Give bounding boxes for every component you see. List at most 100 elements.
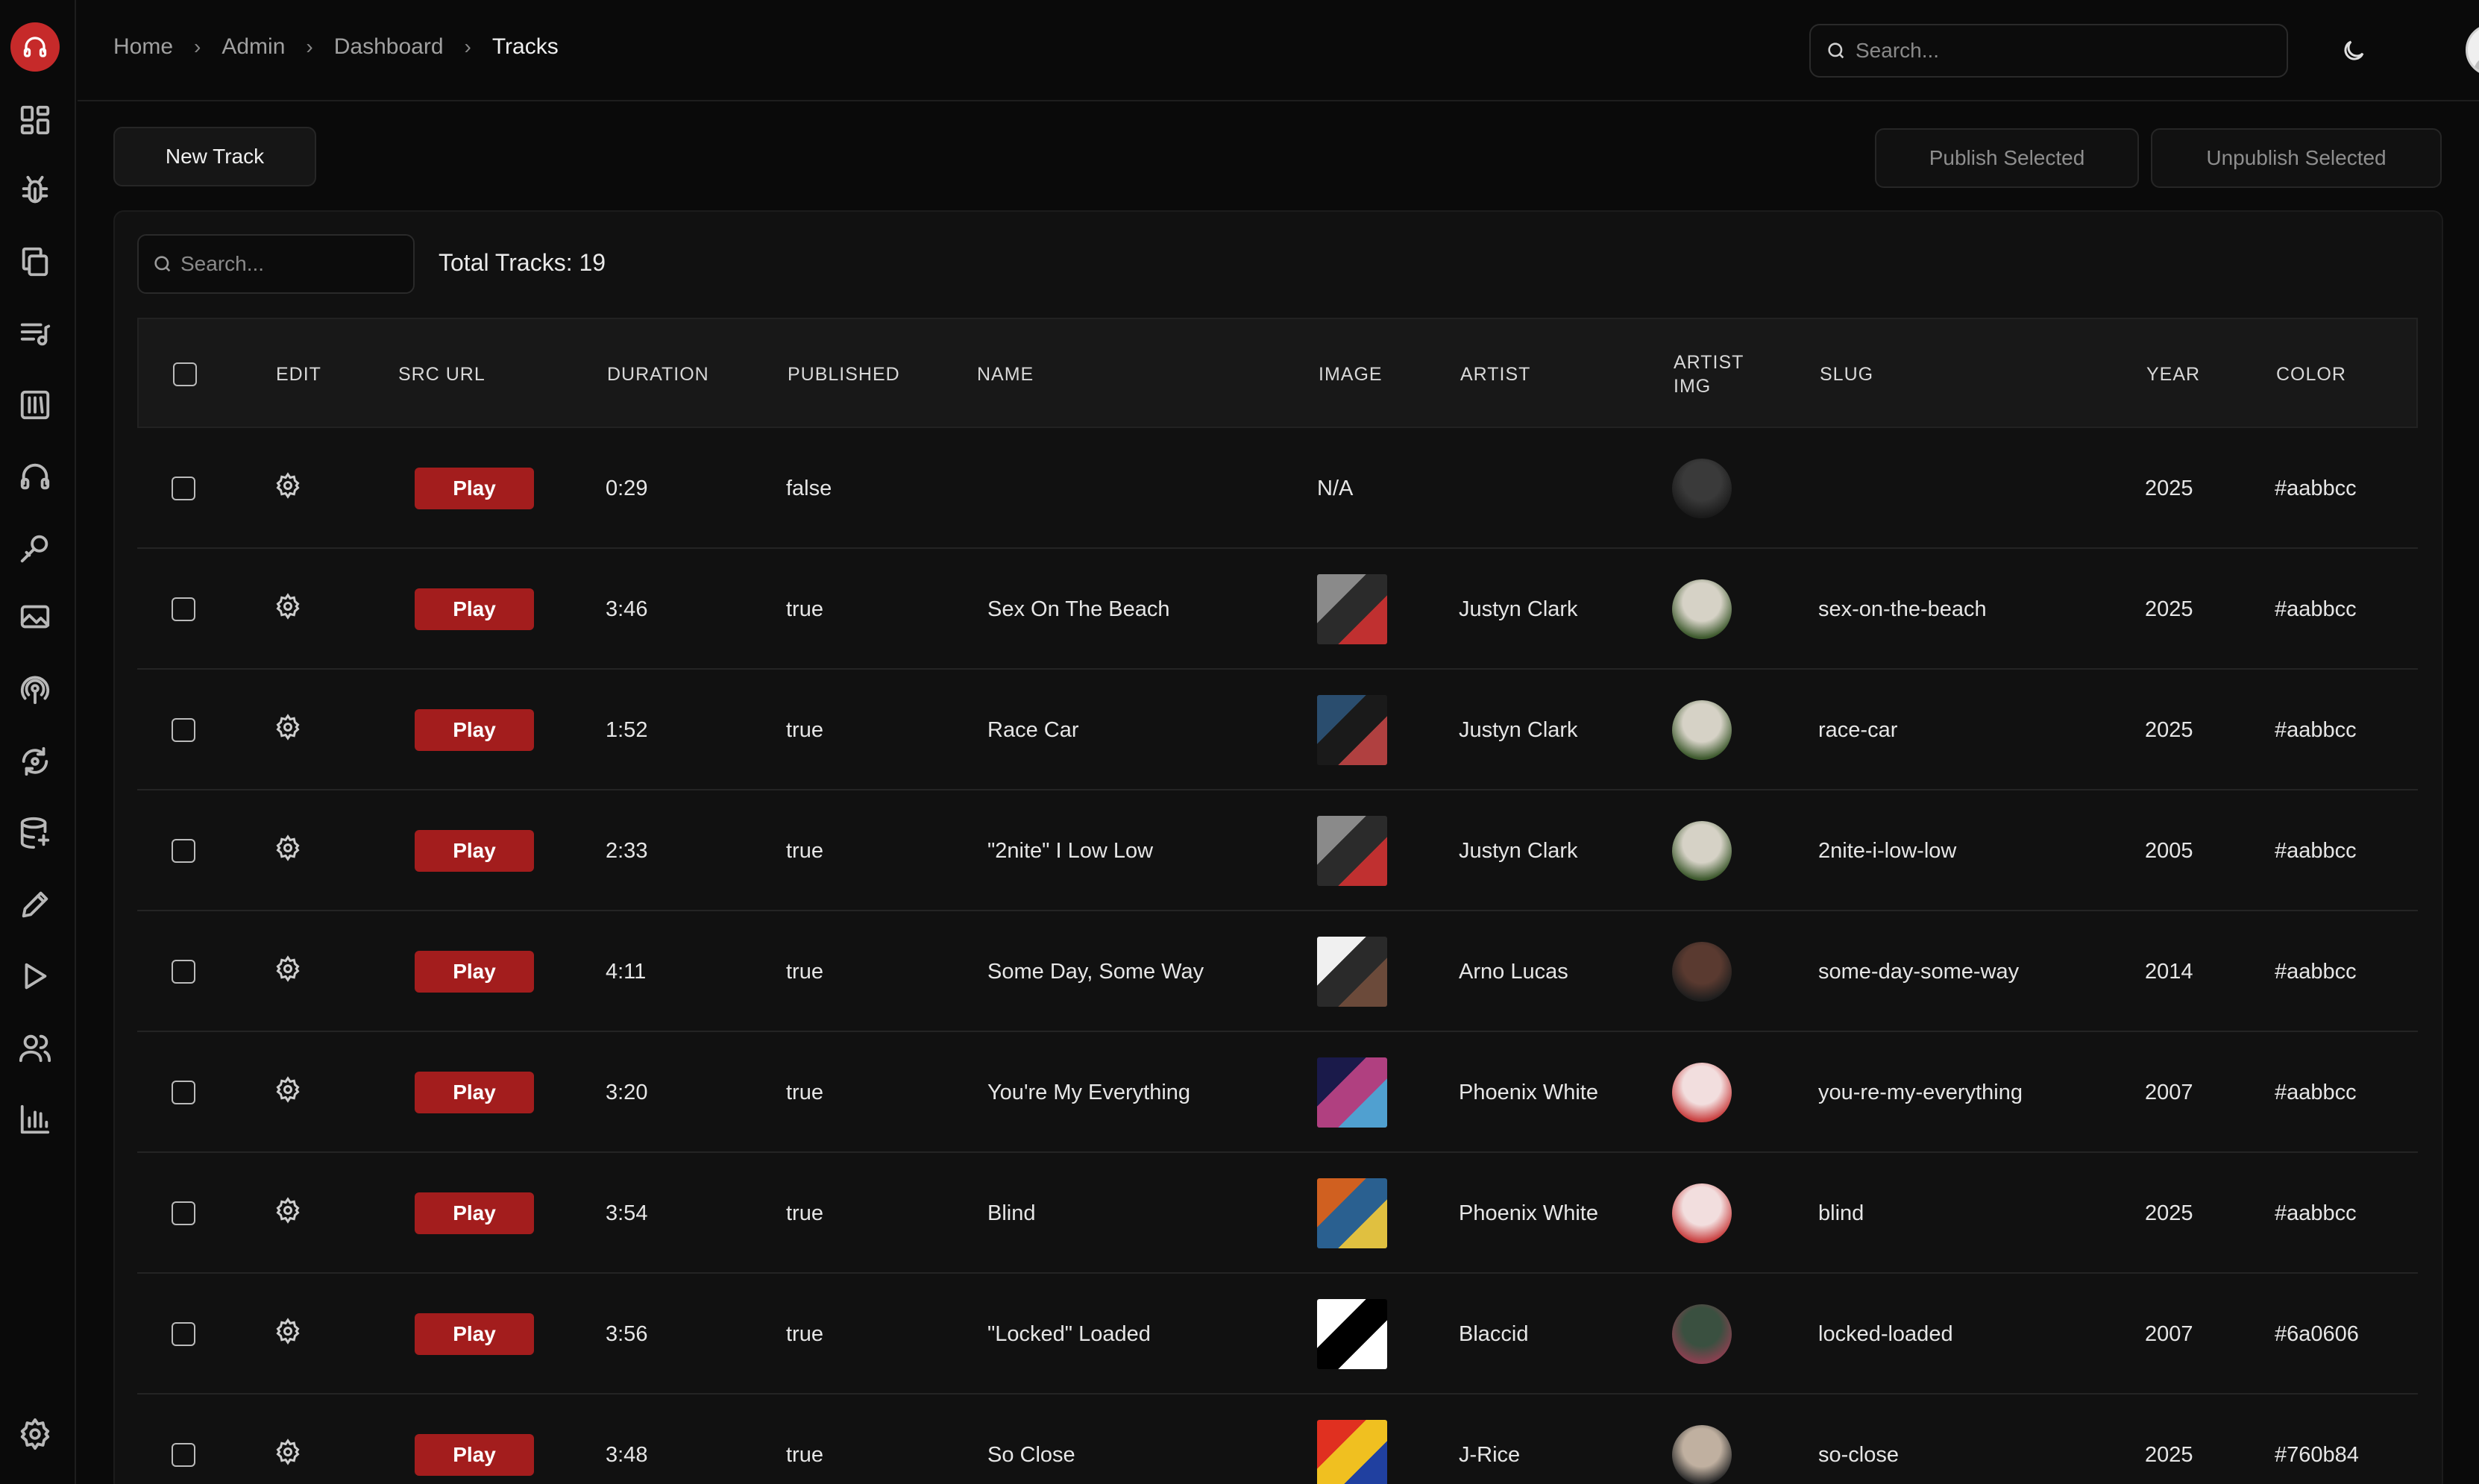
users-icon[interactable] — [15, 1028, 55, 1068]
play-button[interactable]: Play — [415, 1313, 534, 1355]
podcast-icon[interactable] — [15, 670, 55, 710]
select-all-cell — [173, 319, 197, 430]
col-slug[interactable]: SLUG — [1820, 319, 1873, 430]
col-name[interactable]: NAME — [977, 319, 1034, 430]
play-button[interactable]: Play — [415, 1192, 534, 1234]
row-checkbox[interactable] — [172, 718, 195, 742]
row-checkbox[interactable] — [172, 1201, 195, 1225]
col-artist[interactable]: ARTIST — [1460, 319, 1530, 430]
artist-img-cell — [1672, 670, 1732, 790]
artist-avatar-image — [1672, 1063, 1732, 1122]
artist-img-cell — [1672, 428, 1732, 549]
breadcrumb-dashboard[interactable]: Dashboard — [334, 34, 444, 60]
row-checkbox[interactable] — [172, 597, 195, 621]
play-button[interactable]: Play — [415, 1434, 534, 1476]
play-button[interactable]: Play — [415, 588, 534, 630]
table-row: Play 3:48 true So Close J-Rice so-close 2025 #7… — [137, 1395, 2418, 1484]
row-checkbox[interactable] — [172, 477, 195, 500]
database-icon[interactable] — [15, 813, 55, 853]
duration-cell: 0:29 — [606, 476, 648, 500]
artist-avatar-image — [1672, 579, 1732, 639]
col-color[interactable]: COLOR — [2276, 319, 2346, 430]
col-artist-img[interactable]: ARTIST IMG — [1674, 319, 1744, 430]
play-icon[interactable] — [15, 956, 55, 996]
gear-icon[interactable] — [274, 1439, 301, 1471]
year-cell: 2025 — [2145, 717, 2193, 742]
published-cell: true — [786, 959, 823, 984]
table-row: Play 3:46 true Sex On The Beach Justyn Clark… — [137, 549, 2418, 670]
gear-icon[interactable] — [274, 955, 301, 988]
src-url-cell: Play — [415, 790, 534, 911]
col-year[interactable]: YEAR — [2146, 319, 2200, 430]
table-search-input[interactable] — [180, 252, 413, 276]
col-published[interactable]: PUBLISHED — [788, 319, 900, 430]
pencil-icon[interactable] — [15, 884, 55, 925]
row-select-cell — [172, 1032, 195, 1153]
name-cell: You're My Everything — [987, 1080, 1191, 1104]
image-cell: N/A — [1317, 476, 1354, 500]
gear-icon[interactable] — [274, 834, 301, 867]
bug-icon[interactable] — [15, 170, 55, 210]
color-cell: #6a0606 — [2275, 1321, 2359, 1346]
published-cell: true — [786, 1442, 823, 1467]
user-avatar[interactable] — [2466, 24, 2479, 76]
dashboard-icon[interactable] — [15, 100, 55, 140]
gear-icon[interactable] — [274, 472, 301, 505]
row-select-cell — [172, 911, 195, 1032]
play-button[interactable]: Play — [415, 830, 534, 872]
color-cell: #aabbcc — [2275, 717, 2357, 742]
name-cell: "2nite" I Low Low — [987, 838, 1154, 863]
col-image[interactable]: IMAGE — [1319, 319, 1383, 430]
row-checkbox[interactable] — [172, 839, 195, 863]
table-row: Play 2:33 true "2nite" I Low Low Justyn Clar… — [137, 790, 2418, 911]
col-duration[interactable]: DURATION — [607, 319, 709, 430]
duration-cell: 3:46 — [606, 597, 648, 621]
col-src-url[interactable]: SRC URL — [398, 319, 486, 430]
gear-icon[interactable] — [274, 714, 301, 746]
select-all-checkbox[interactable] — [173, 362, 197, 386]
library-icon[interactable] — [15, 385, 55, 425]
row-select-cell — [172, 549, 195, 670]
publish-selected-button[interactable]: Publish Selected — [1875, 128, 2139, 188]
image-cell — [1317, 549, 1387, 670]
breadcrumb-admin[interactable]: Admin — [221, 34, 285, 60]
refresh-icon[interactable] — [15, 741, 55, 782]
row-checkbox[interactable] — [172, 960, 195, 984]
dark-mode-toggle-icon[interactable] — [2333, 30, 2375, 72]
row-select-cell — [172, 1153, 195, 1274]
play-button[interactable]: Play — [415, 1072, 534, 1113]
headphones-logo-icon[interactable] — [10, 22, 60, 72]
gear-icon[interactable] — [274, 1197, 301, 1230]
artist-cell: Phoenix White — [1459, 1080, 1598, 1104]
gear-icon[interactable] — [274, 593, 301, 626]
unpublish-selected-button[interactable]: Unpublish Selected — [2151, 128, 2442, 188]
play-button[interactable]: Play — [415, 709, 534, 751]
settings-icon[interactable] — [15, 1414, 55, 1454]
slug-cell: so-close — [1818, 1442, 1899, 1467]
col-edit[interactable]: EDIT — [276, 319, 321, 430]
gear-icon[interactable] — [274, 1318, 301, 1351]
row-checkbox[interactable] — [172, 1443, 195, 1467]
bar-chart-icon[interactable] — [15, 1099, 55, 1139]
gear-icon[interactable] — [274, 1076, 301, 1109]
breadcrumb-home[interactable]: Home — [113, 34, 173, 60]
color-cell: #760b84 — [2275, 1442, 2359, 1467]
playlist-icon[interactable] — [15, 313, 55, 353]
track-cover-image — [1317, 1299, 1387, 1369]
global-search-input[interactable] — [1856, 39, 2287, 63]
microphone-icon[interactable] — [15, 528, 55, 568]
new-track-button[interactable]: New Track — [113, 127, 316, 186]
row-checkbox[interactable] — [172, 1322, 195, 1346]
track-cover-image — [1317, 1178, 1387, 1248]
headphones-icon[interactable] — [15, 456, 55, 497]
row-checkbox[interactable] — [172, 1081, 195, 1104]
play-button[interactable]: Play — [415, 468, 534, 509]
artist-avatar-image — [1672, 942, 1732, 1002]
sidebar — [0, 0, 76, 1484]
image-icon[interactable] — [15, 597, 55, 637]
year-cell: 2025 — [2145, 1201, 2193, 1225]
year-cell: 2025 — [2145, 476, 2193, 500]
copy-icon[interactable] — [15, 242, 55, 282]
play-button[interactable]: Play — [415, 951, 534, 993]
color-cell: #aabbcc — [2275, 1080, 2357, 1104]
